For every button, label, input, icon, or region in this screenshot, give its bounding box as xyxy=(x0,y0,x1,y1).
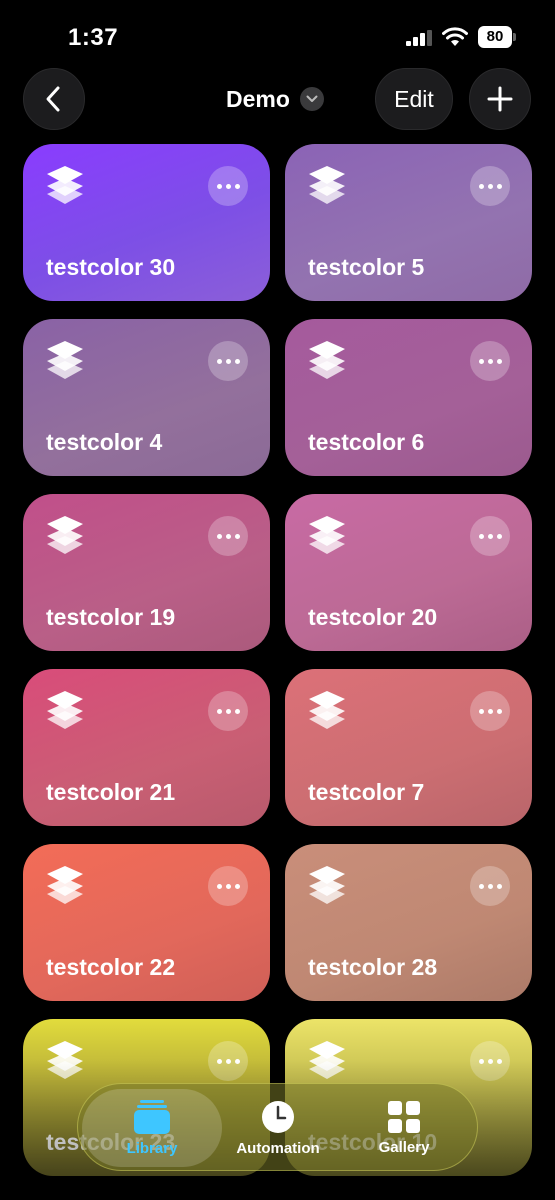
more-options-button[interactable] xyxy=(470,341,510,381)
gallery-grid-icon xyxy=(388,1100,420,1133)
back-button[interactable] xyxy=(23,68,85,130)
edit-button[interactable]: Edit xyxy=(375,68,453,130)
shortcut-tile-label: testcolor 30 xyxy=(46,254,176,280)
shortcut-tile-label: testcolor 19 xyxy=(46,604,176,630)
cellular-signal-icon xyxy=(406,30,432,46)
shortcut-tile[interactable]: testcolor 21 xyxy=(23,669,270,826)
tab-bar: Library Automation Gallery xyxy=(77,1083,478,1171)
layers-icon xyxy=(307,864,347,906)
layers-icon xyxy=(45,164,85,206)
layers-icon xyxy=(307,689,347,731)
shortcut-tile[interactable]: testcolor 22 xyxy=(23,844,270,1001)
plus-icon xyxy=(487,86,513,112)
more-options-button[interactable] xyxy=(208,691,248,731)
tab-gallery-label: Gallery xyxy=(378,1138,430,1156)
shortcut-tile[interactable]: testcolor 6 xyxy=(285,319,532,476)
layers-icon xyxy=(307,164,347,206)
battery-level: 80 xyxy=(478,26,512,48)
shortcut-tile-label: testcolor 4 xyxy=(46,429,163,455)
layers-icon xyxy=(45,689,85,731)
folder-title-dropdown[interactable]: Demo xyxy=(226,84,324,114)
library-icon xyxy=(134,1099,170,1134)
page-title: Demo xyxy=(226,85,290,112)
status-bar: 1:37 80 xyxy=(0,0,555,70)
shortcut-tile[interactable]: testcolor 30 xyxy=(23,144,270,301)
shortcut-tile-label: testcolor 6 xyxy=(308,429,425,455)
tab-automation[interactable]: Automation xyxy=(222,1084,334,1172)
layers-icon xyxy=(45,514,85,556)
shortcut-tile-label: testcolor 5 xyxy=(308,254,425,280)
add-shortcut-button[interactable] xyxy=(469,68,531,130)
shortcut-tile-label: testcolor 28 xyxy=(308,954,438,980)
chevron-left-icon xyxy=(46,86,60,112)
shortcut-tile-label: testcolor 7 xyxy=(308,779,425,805)
more-options-button[interactable] xyxy=(470,166,510,206)
more-options-button[interactable] xyxy=(470,866,510,906)
more-options-button[interactable] xyxy=(208,166,248,206)
tab-automation-label: Automation xyxy=(236,1139,320,1157)
shortcut-tile[interactable]: testcolor 20 xyxy=(285,494,532,651)
shortcut-tile[interactable]: testcolor 28 xyxy=(285,844,532,1001)
layers-icon xyxy=(307,339,347,381)
more-options-button[interactable] xyxy=(208,516,248,556)
layers-icon xyxy=(307,514,347,556)
clock-icon xyxy=(262,1100,294,1133)
tab-library-label: Library xyxy=(126,1139,178,1157)
layers-icon xyxy=(45,864,85,906)
shortcut-tile[interactable]: testcolor 4 xyxy=(23,319,270,476)
shortcut-tile[interactable]: testcolor 19 xyxy=(23,494,270,651)
tab-library[interactable]: Library xyxy=(82,1084,222,1172)
more-options-button[interactable] xyxy=(470,516,510,556)
shortcut-tile[interactable]: testcolor 7 xyxy=(285,669,532,826)
wifi-icon xyxy=(442,27,468,46)
layers-icon xyxy=(45,339,85,381)
status-time: 1:37 xyxy=(68,24,119,51)
more-options-button[interactable] xyxy=(470,691,510,731)
battery-icon: 80 xyxy=(478,26,516,48)
shortcut-tile-label: testcolor 21 xyxy=(46,779,176,805)
shortcut-tile[interactable]: testcolor 5 xyxy=(285,144,532,301)
tab-gallery[interactable]: Gallery xyxy=(342,1084,466,1172)
shortcut-tile-label: testcolor 20 xyxy=(308,604,438,630)
more-options-button[interactable] xyxy=(208,866,248,906)
chevron-down-icon xyxy=(299,87,324,111)
shortcut-tile-label: testcolor 22 xyxy=(46,954,176,980)
more-options-button[interactable] xyxy=(208,341,248,381)
